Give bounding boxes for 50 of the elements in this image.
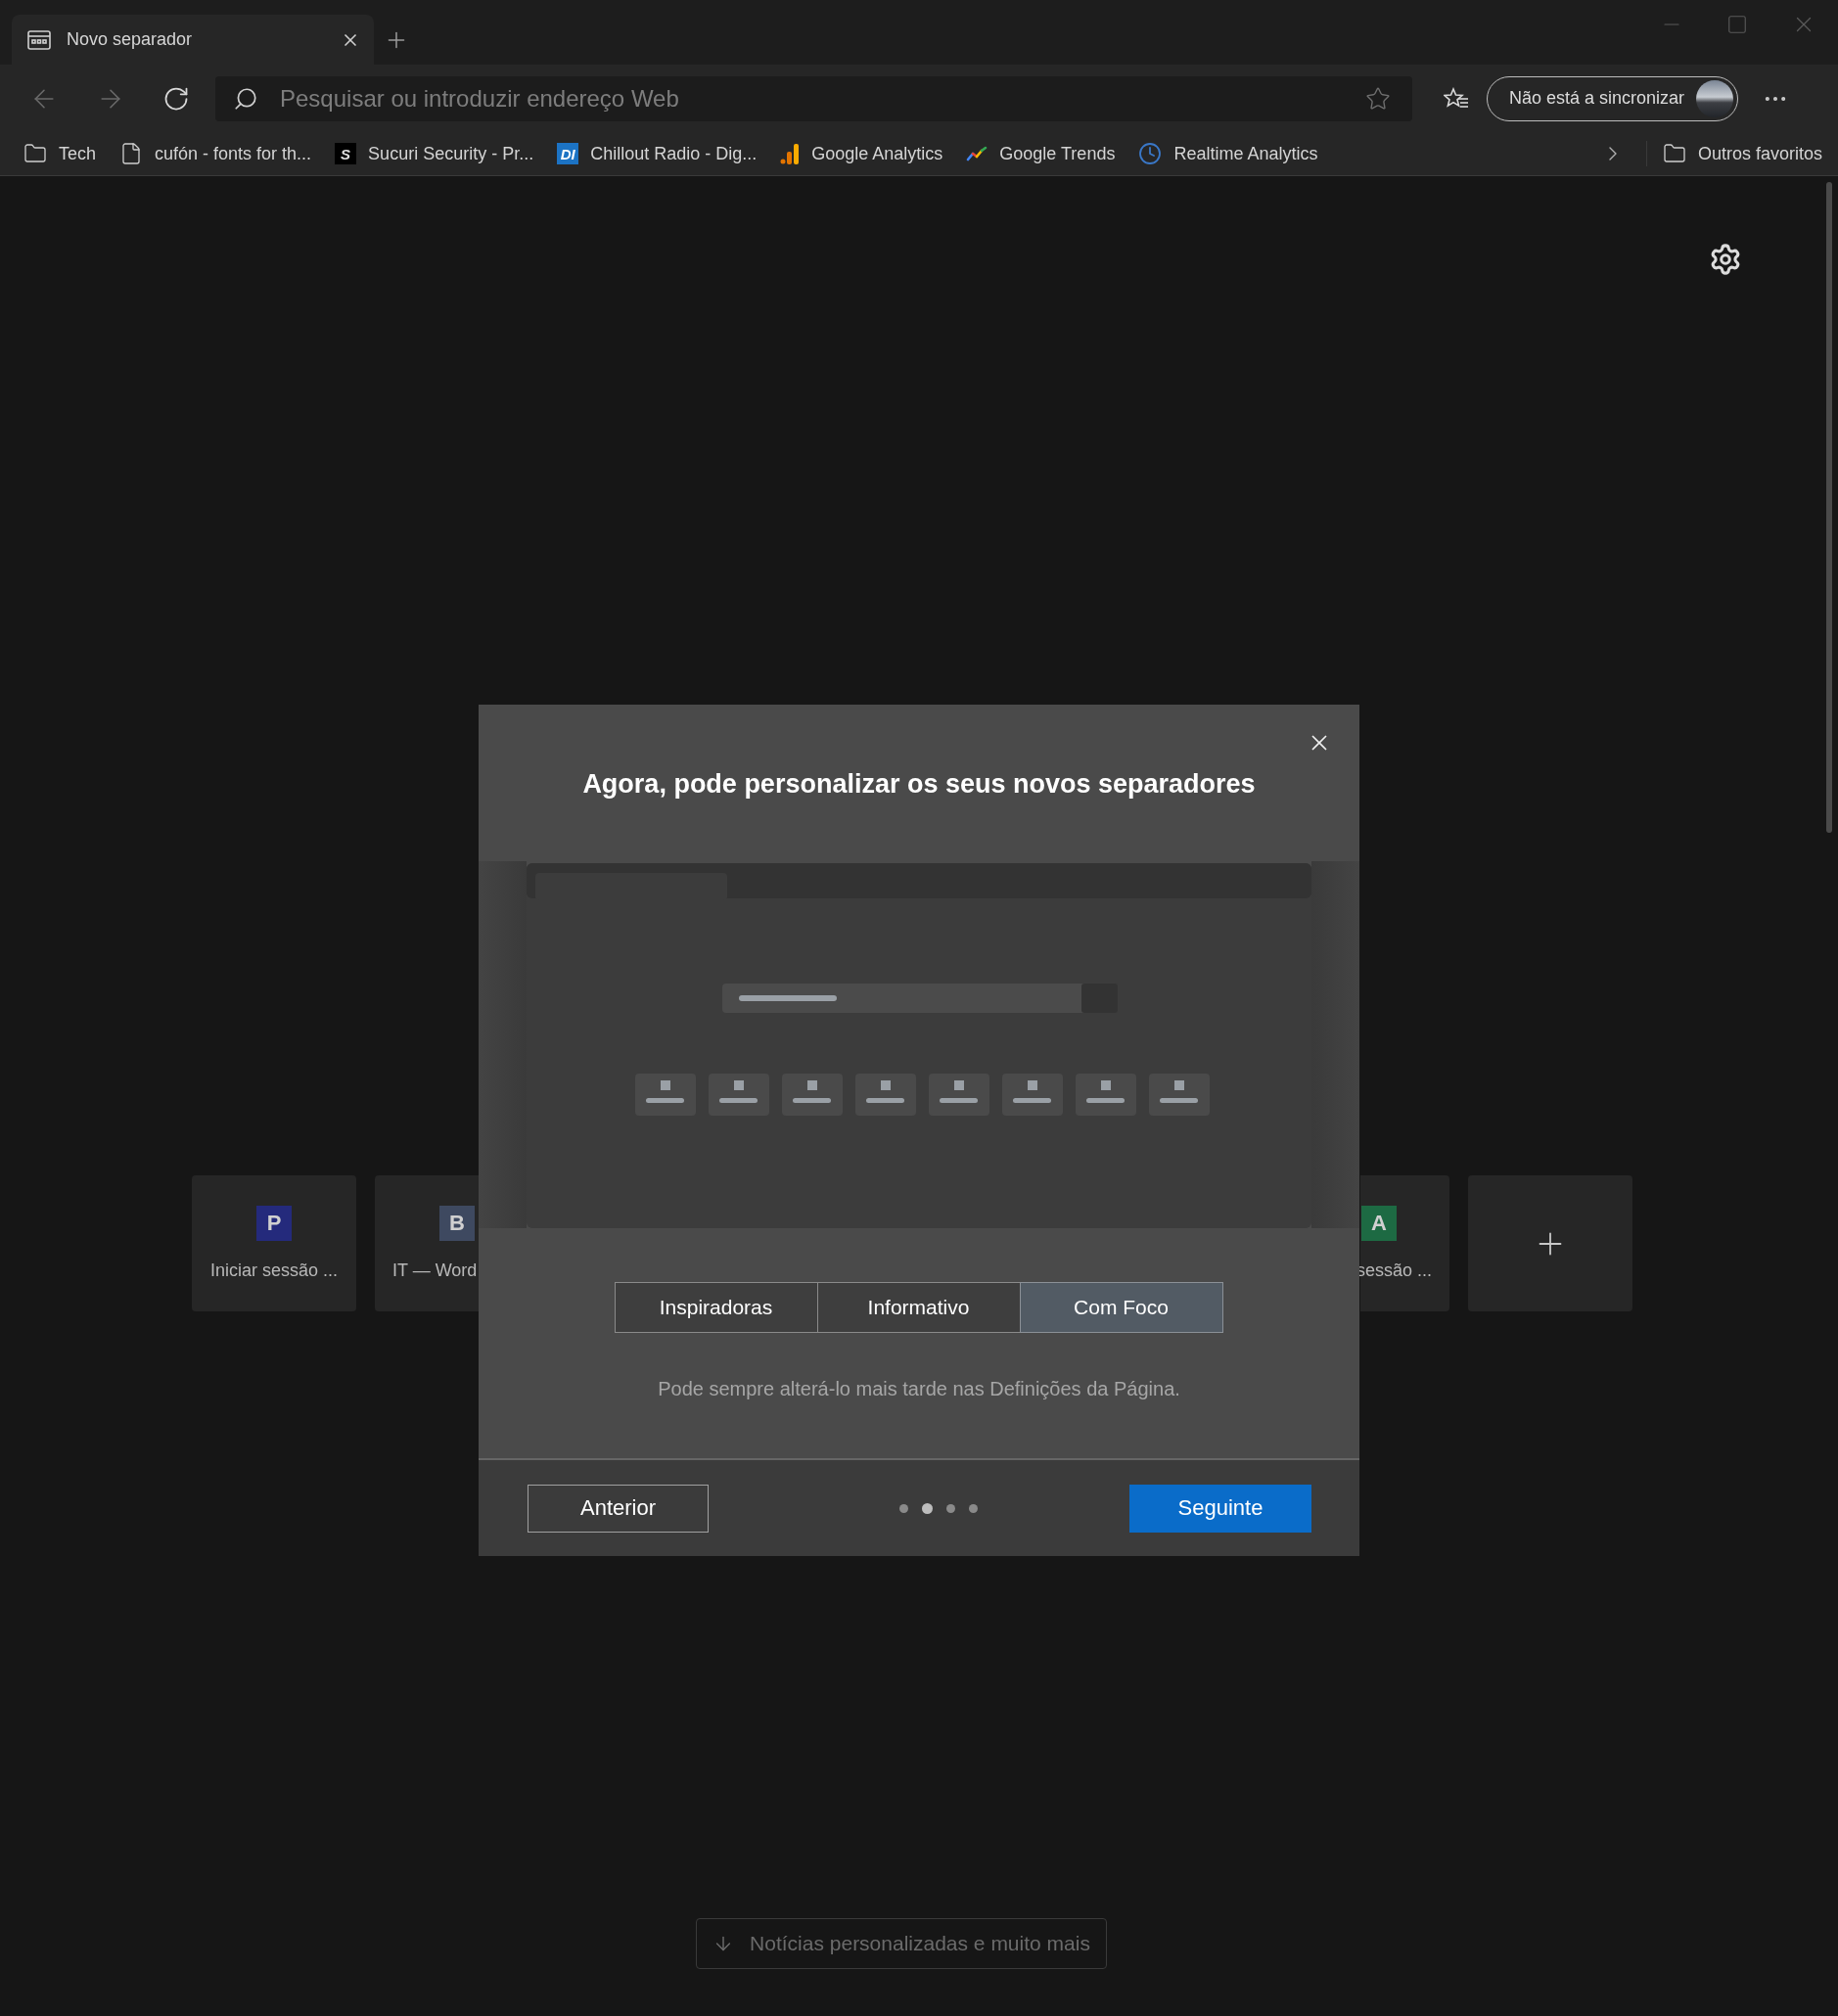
- bookmark-link[interactable]: Tech: [23, 142, 97, 165]
- folder-icon: [23, 142, 47, 165]
- site-letter-icon: P: [256, 1206, 292, 1241]
- site-logo-icon: DI: [557, 143, 579, 164]
- site-letter-icon: A: [1361, 1206, 1397, 1241]
- previous-button[interactable]: Anterior: [528, 1484, 709, 1533]
- search-icon: [233, 85, 258, 112]
- site-tile[interactable]: B IT — Word: [375, 1175, 479, 1311]
- add-site-tile[interactable]: [1468, 1175, 1632, 1311]
- bookmark-link[interactable]: Realtime Analytics: [1138, 142, 1318, 165]
- browser-tab[interactable]: Novo separador: [12, 15, 374, 65]
- bookmark-link[interactable]: Google Trends: [966, 143, 1116, 164]
- bookmark-label: Google Analytics: [811, 143, 943, 164]
- scrollbar[interactable]: [1826, 182, 1832, 833]
- bookmark-label: Outros favoritos: [1697, 143, 1822, 164]
- settings-icon[interactable]: [1709, 243, 1742, 276]
- tile-label: IT — Word: [392, 1260, 478, 1281]
- layout-option[interactable]: Informativo: [816, 1282, 1021, 1333]
- bookmark-label: Sucuri Security - Pr...: [368, 143, 534, 164]
- tile-label: Iniciar sessão ...: [209, 1260, 339, 1281]
- avatar-icon: [1696, 79, 1734, 117]
- address-input[interactable]: Pesquisar ou introduzir endereço Web: [278, 83, 1346, 114]
- site-tile[interactable]: A sessão ...: [1360, 1175, 1449, 1311]
- bookmark-link[interactable]: Outros favoritos: [1662, 142, 1822, 165]
- bookmark-label: Realtime Analytics: [1173, 143, 1318, 164]
- bookmark-link[interactable]: cufón - fonts for th...: [119, 142, 312, 165]
- tab-page-icon: [27, 29, 51, 50]
- layout-option[interactable]: Com Foco: [1019, 1282, 1223, 1333]
- next-button[interactable]: Seguinte: [1129, 1484, 1311, 1533]
- bookmark-label: Chillout Radio - Dig...: [590, 143, 758, 164]
- site-letter-icon: B: [439, 1206, 475, 1241]
- bookmark-link[interactable]: DI Chillout Radio - Dig...: [557, 143, 758, 164]
- address-field[interactable]: Pesquisar ou introduzir endereço Web: [215, 75, 1412, 121]
- bar-chart-icon: [780, 143, 801, 164]
- favorites-list-icon[interactable]: [1444, 86, 1469, 111]
- dialog-title: Agora, pode personalizar os seus novos separadores: [582, 768, 1256, 801]
- site-tile[interactable]: P Iniciar sessão ...: [192, 1175, 356, 1311]
- bookmark-link[interactable]: S Sucuri Security - Pr...: [335, 143, 534, 164]
- hint-text: Pode sempre alterá-lo mais tarde nas Definições da Página.: [658, 1378, 1180, 1400]
- bookmark-label: Tech: [59, 143, 97, 164]
- bookmark-label: Google Trends: [999, 143, 1116, 164]
- site-logo-icon: S: [335, 143, 357, 164]
- clock-icon: [1138, 142, 1163, 165]
- bookmark-label: cufón - fonts for th...: [155, 143, 312, 164]
- layout-option[interactable]: Inspiradoras: [614, 1282, 818, 1333]
- bookmark-link[interactable]: Google Analytics: [780, 143, 943, 164]
- add-favorite-icon[interactable]: [1365, 85, 1391, 112]
- tab-title: Novo separador: [67, 29, 194, 50]
- trend-line-icon: [966, 146, 988, 161]
- folder-icon: [1662, 142, 1686, 165]
